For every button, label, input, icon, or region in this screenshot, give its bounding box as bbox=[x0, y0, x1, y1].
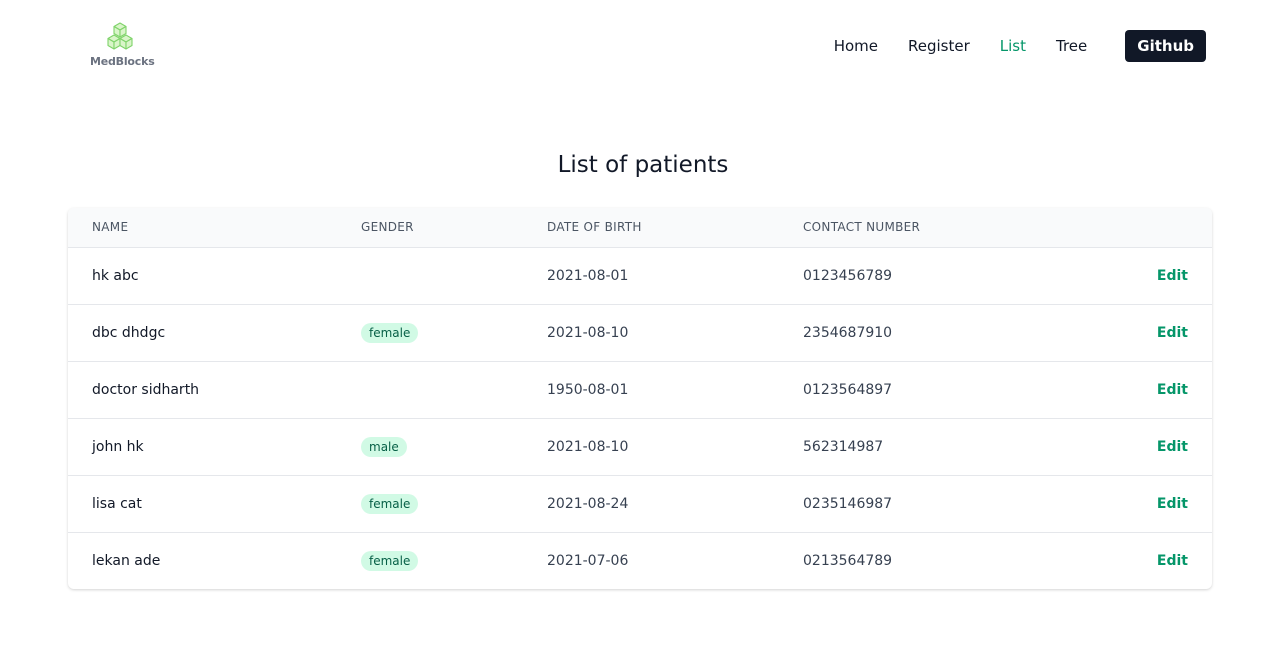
cell-name: doctor sidharth bbox=[92, 381, 200, 398]
table-row: hk abc 2021-08-01 0123456789 Edit bbox=[68, 247, 1212, 304]
edit-link[interactable]: Edit bbox=[1157, 496, 1188, 512]
cell-dob: 2021-08-01 bbox=[547, 267, 629, 284]
main-nav: Home Register List Tree Github bbox=[804, 30, 1206, 62]
cell-dob: 2021-08-10 bbox=[547, 438, 629, 455]
brand-logo[interactable]: MedBlocks bbox=[90, 22, 155, 70]
cell-dob: 2021-08-24 bbox=[547, 495, 629, 512]
cell-gender bbox=[361, 247, 547, 304]
cell-name: lisa cat bbox=[92, 495, 142, 512]
column-header-dob: Date of birth bbox=[547, 208, 803, 248]
cell-gender: female bbox=[361, 304, 547, 361]
edit-link[interactable]: Edit bbox=[1157, 325, 1188, 341]
nav-register[interactable]: Register bbox=[908, 30, 970, 62]
nav-list[interactable]: List bbox=[1000, 30, 1026, 62]
gender-badge: female bbox=[361, 550, 419, 571]
table-row: doctor sidharth 1950-08-01 0123564897 Ed… bbox=[68, 361, 1212, 418]
cell-contact: 0213564789 bbox=[803, 552, 893, 569]
table-row: lisa cat female 2021-08-24 0235146987 Ed… bbox=[68, 475, 1212, 532]
cell-name: john hk bbox=[92, 438, 144, 455]
gender-badge: female bbox=[361, 322, 419, 343]
page-title: List of patients bbox=[557, 152, 729, 178]
cell-name: hk abc bbox=[92, 267, 139, 284]
cell-gender: female bbox=[361, 475, 547, 532]
table-row: john hk male 2021-08-10 562314987 Edit bbox=[68, 418, 1212, 475]
cell-contact: 562314987 bbox=[803, 438, 884, 455]
edit-link[interactable]: Edit bbox=[1157, 382, 1188, 398]
cell-dob: 1950-08-01 bbox=[547, 381, 629, 398]
edit-link[interactable]: Edit bbox=[1157, 553, 1188, 569]
gender-badge: male bbox=[361, 436, 407, 457]
cell-name: lekan ade bbox=[92, 552, 161, 569]
edit-link[interactable]: Edit bbox=[1157, 268, 1188, 284]
cell-name: dbc dhdgc bbox=[92, 324, 166, 341]
cell-contact: 0123456789 bbox=[803, 267, 893, 284]
github-button[interactable]: Github bbox=[1125, 30, 1206, 62]
cell-gender: female bbox=[361, 532, 547, 589]
cell-dob: 2021-08-10 bbox=[547, 324, 629, 341]
table-row: dbc dhdgc female 2021-08-10 2354687910 E… bbox=[68, 304, 1212, 361]
cell-dob: 2021-07-06 bbox=[547, 552, 629, 569]
table-row: lekan ade female 2021-07-06 0213564789 E… bbox=[68, 532, 1212, 589]
column-header-contact: Contact number bbox=[803, 208, 1103, 248]
cell-contact: 2354687910 bbox=[803, 324, 893, 341]
edit-link[interactable]: Edit bbox=[1157, 439, 1188, 455]
cell-contact: 0123564897 bbox=[803, 381, 893, 398]
gender-badge: female bbox=[361, 493, 419, 514]
patients-table: Name Gender Date of birth Contact number… bbox=[68, 208, 1212, 589]
brand-name: MedBlocks bbox=[90, 55, 155, 68]
cell-contact: 0235146987 bbox=[803, 495, 893, 512]
column-header-gender: Gender bbox=[361, 208, 547, 248]
column-header-action bbox=[1103, 208, 1212, 248]
patients-table-card: Name Gender Date of birth Contact number… bbox=[68, 208, 1212, 589]
top-navbar: MedBlocks Home Register List Tree Github bbox=[0, 0, 1286, 92]
cubes-icon bbox=[107, 22, 133, 50]
nav-tree[interactable]: Tree bbox=[1056, 30, 1087, 62]
table-header-row: Name Gender Date of birth Contact number bbox=[68, 208, 1212, 248]
nav-home[interactable]: Home bbox=[834, 30, 878, 62]
column-header-name: Name bbox=[68, 208, 361, 248]
cell-gender: male bbox=[361, 418, 547, 475]
cell-gender bbox=[361, 361, 547, 418]
